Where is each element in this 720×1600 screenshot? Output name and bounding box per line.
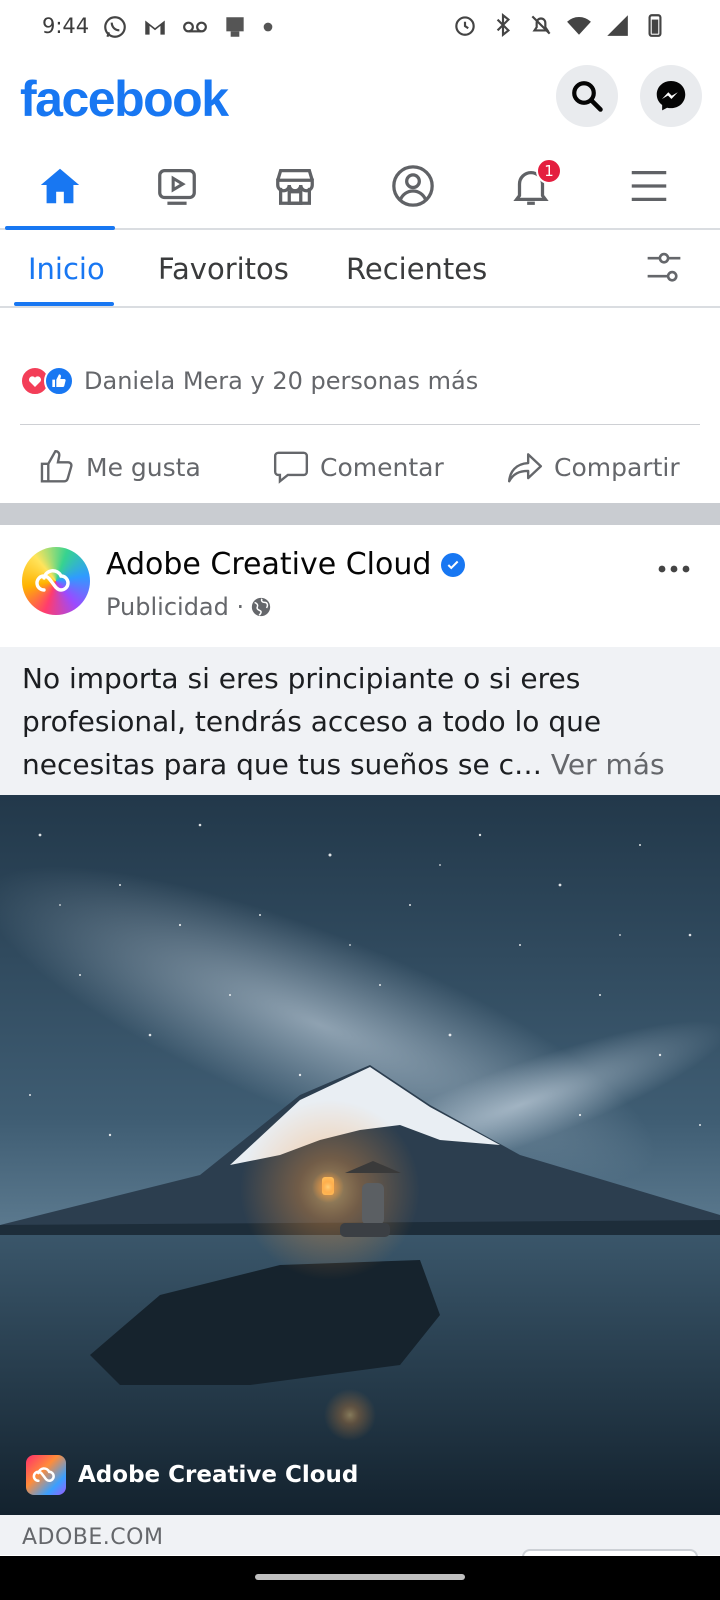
wifi-icon <box>567 17 591 35</box>
search-icon <box>572 81 603 112</box>
nav-notifications[interactable]: 1 <box>476 144 586 228</box>
see-more-link[interactable]: Ver más <box>551 748 665 781</box>
watch-video-icon <box>158 169 196 205</box>
feed-filter-tabs: Inicio Favoritos Recientes <box>0 230 720 308</box>
like-button[interactable]: Me gusta <box>38 448 201 486</box>
ad-brand-overlay: Adobe Creative Cloud <box>26 1455 358 1495</box>
reaction-summary[interactable]: Daniela Mera y 20 personas más <box>20 366 478 396</box>
ad-brand-text: Adobe Creative Cloud <box>78 1462 359 1488</box>
comment-label: Comentar <box>320 452 444 482</box>
mute-icon <box>531 15 551 35</box>
more-options-button[interactable] <box>658 551 690 581</box>
nav-profile[interactable] <box>358 144 468 228</box>
share-button[interactable]: Compartir <box>506 448 680 486</box>
ad-body-text: No importa si eres principiante o si ere… <box>22 662 602 781</box>
thumbs-up-icon <box>40 449 73 483</box>
tab-favoritos[interactable]: Favoritos <box>158 252 289 286</box>
like-label: Me gusta <box>86 452 201 482</box>
status-bar: 9:44 <box>0 0 720 56</box>
verified-badge-icon <box>441 552 466 577</box>
page-name[interactable]: Adobe Creative Cloud <box>106 547 466 582</box>
divider <box>20 424 700 425</box>
ad-image[interactable]: Adobe Creative Cloud <box>0 795 720 1515</box>
nav-marketplace[interactable] <box>240 144 350 228</box>
page-name-text: Adobe Creative Cloud <box>106 547 432 582</box>
tab-inicio[interactable]: Inicio <box>28 252 105 286</box>
active-tab-indicator <box>14 302 114 306</box>
store-icon <box>226 17 244 37</box>
comment-button[interactable]: Comentar <box>272 448 444 486</box>
main-nav: 1 <box>0 144 720 230</box>
page-avatar[interactable] <box>22 547 90 615</box>
creative-cloud-logo-icon <box>26 1455 66 1495</box>
tab-recientes[interactable]: Recientes <box>346 252 487 286</box>
mountain-night-image <box>0 795 720 1515</box>
battery-icon <box>648 14 662 37</box>
gmail-icon <box>145 20 165 35</box>
status-right-icons <box>452 12 668 38</box>
globe-icon <box>251 597 271 617</box>
creative-cloud-logo-icon <box>35 569 70 592</box>
post-actions: Me gusta Comentar Compartir <box>0 436 720 500</box>
app-header: facebook <box>0 56 720 144</box>
ad-post-text: No importa si eres principiante o si ere… <box>0 647 720 795</box>
facebook-logo: facebook <box>20 71 229 127</box>
messenger-icon <box>656 81 686 111</box>
nav-home[interactable] <box>5 144 115 230</box>
more-dots-icon <box>658 565 690 573</box>
reactions-text: Daniela Mera y 20 personas más <box>84 367 479 395</box>
notification-badge: 1 <box>536 158 562 184</box>
ad-link-footer[interactable]: ADOBE.COM <box>0 1515 720 1569</box>
ad-domain: ADOBE.COM <box>22 1525 164 1550</box>
share-label: Compartir <box>554 452 680 482</box>
comment-bubble-icon <box>273 451 309 484</box>
home-gesture-pill[interactable] <box>255 1574 465 1580</box>
whatsapp-icon <box>104 16 126 38</box>
bluetooth-icon <box>496 12 511 38</box>
filter-sliders-icon[interactable] <box>644 250 684 286</box>
sponsored-text: Publicidad · <box>106 593 245 621</box>
voicemail-icon <box>183 21 207 33</box>
nav-menu[interactable] <box>594 144 704 228</box>
home-icon <box>40 168 80 204</box>
profile-icon <box>392 165 434 207</box>
share-arrow-icon <box>507 453 543 483</box>
system-nav-bar <box>0 1556 720 1600</box>
hamburger-menu-icon <box>631 170 667 202</box>
marketplace-icon <box>276 169 314 205</box>
ad-post-header: Adobe Creative Cloud Publicidad · <box>0 525 720 647</box>
post-separator <box>0 503 720 525</box>
search-button[interactable] <box>556 65 618 127</box>
alarm-icon <box>455 16 475 36</box>
status-time: 9:44 <box>42 14 90 38</box>
signal-icon <box>607 15 628 36</box>
status-left-icons <box>102 14 274 40</box>
dot-icon <box>263 22 273 32</box>
sponsored-label: Publicidad · <box>106 593 272 621</box>
like-reaction-icon <box>44 366 74 396</box>
nav-watch[interactable] <box>122 144 232 228</box>
messenger-button[interactable] <box>640 65 702 127</box>
